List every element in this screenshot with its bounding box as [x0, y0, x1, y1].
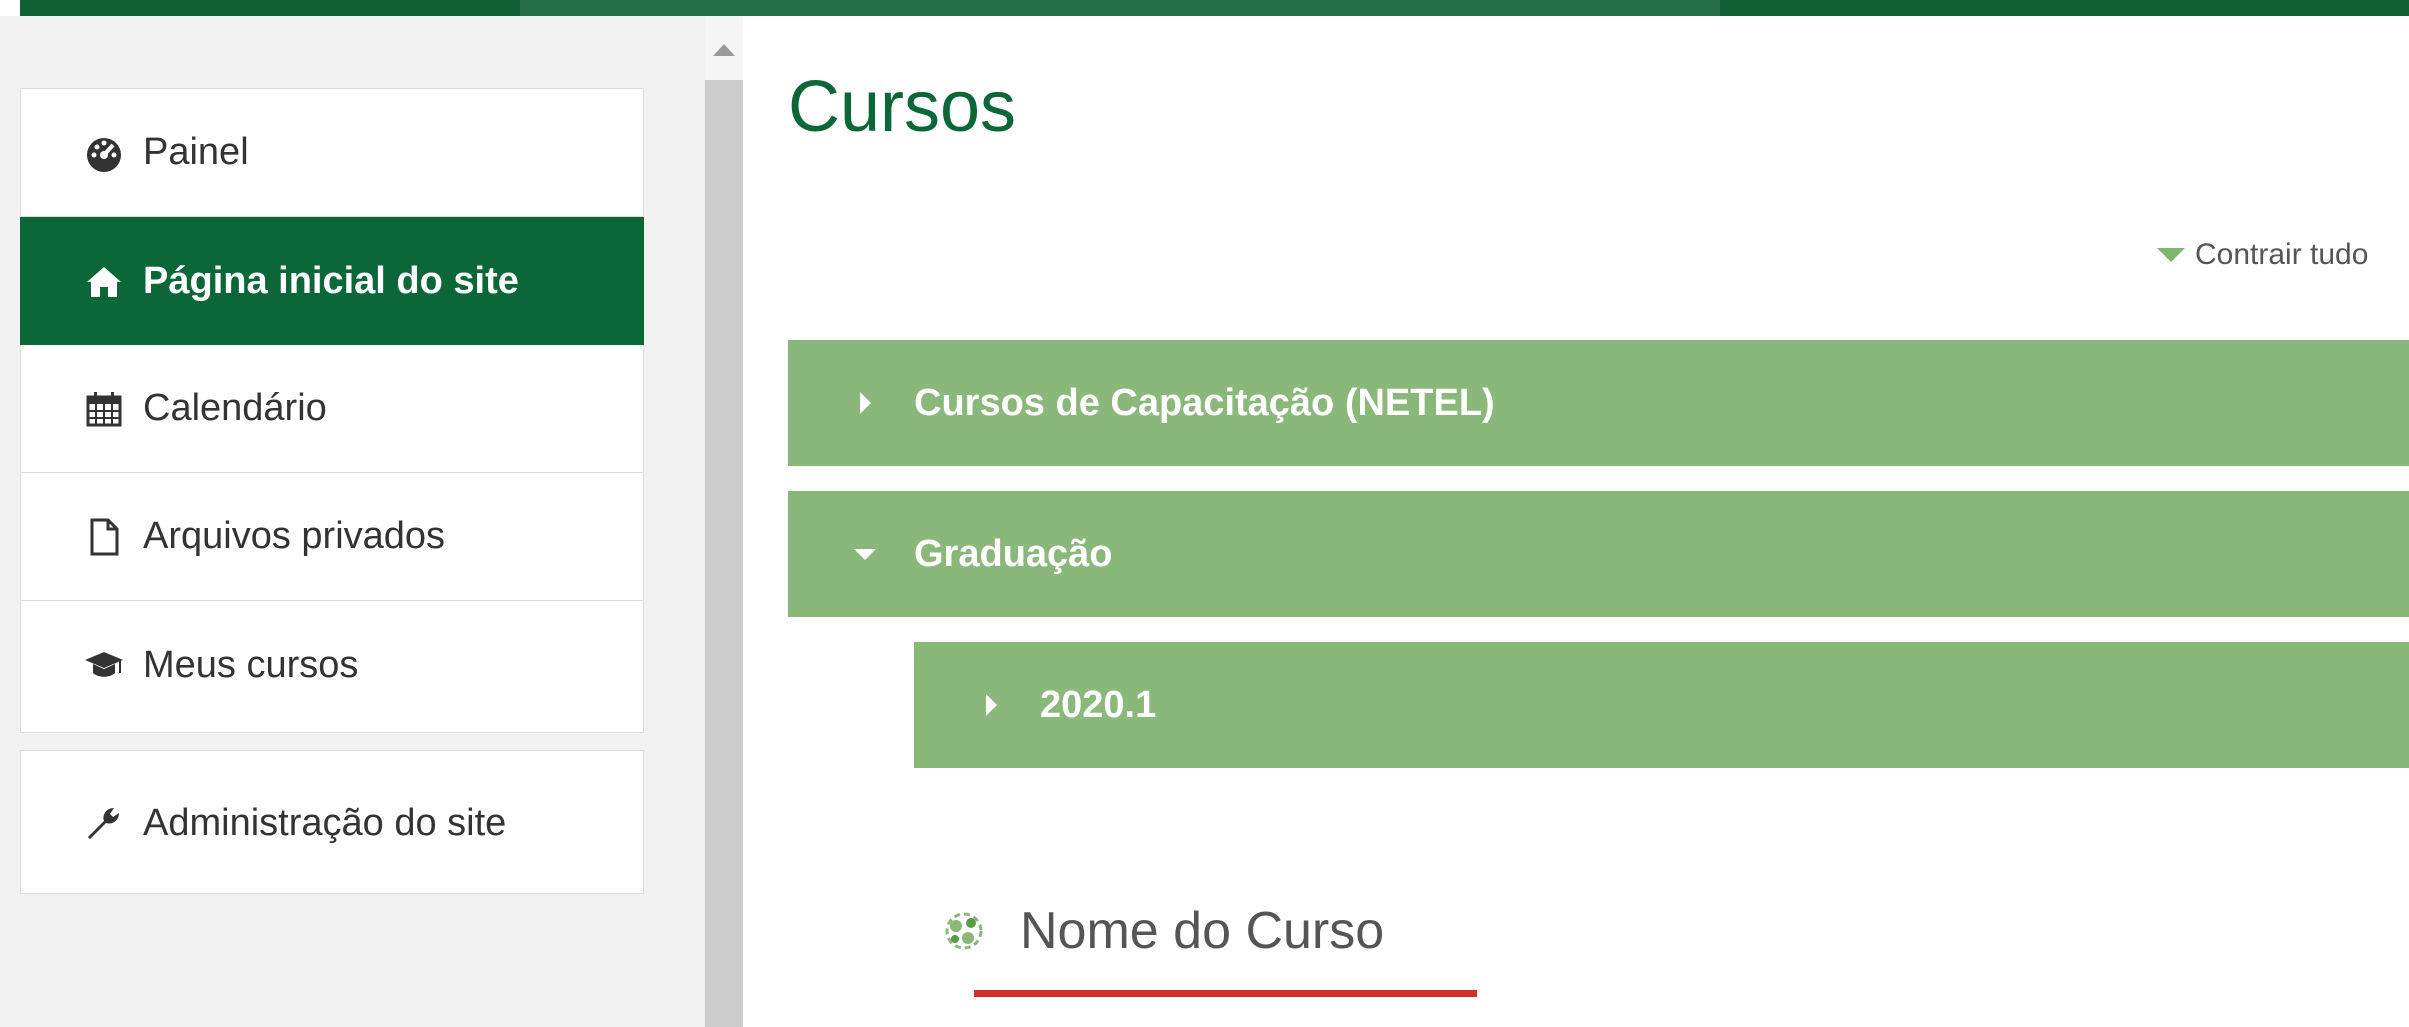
sidebar-item-painel[interactable]: Painel [20, 89, 644, 217]
dashboard-icon [81, 130, 127, 176]
course-underline [974, 990, 1477, 997]
caret-right-icon [978, 694, 1004, 716]
category-2020-1[interactable]: 2020.1 [914, 642, 2409, 768]
home-icon [81, 258, 127, 304]
sidebar-item-label: Arquivos privados [143, 515, 446, 557]
category-label: Cursos de Capacitação (NETEL) [914, 381, 1495, 424]
course-link[interactable]: Nome do Curso [942, 901, 1384, 961]
sidebar-item-label: Administração do site [143, 801, 507, 844]
sidebar-item-label: Meus cursos [143, 643, 359, 686]
caret-right-icon [852, 392, 878, 414]
sidebar-item-label: Calendário [143, 387, 327, 429]
sidebar-item-meus-cursos[interactable]: Meus cursos [20, 601, 644, 729]
scrollbar-thumb[interactable] [705, 80, 743, 1027]
category-cursos-capacitacao[interactable]: Cursos de Capacitação (NETEL) [788, 340, 2409, 466]
category-graduacao[interactable]: Graduação [788, 491, 2409, 617]
page-title: Cursos [788, 67, 1017, 147]
scroll-up-arrow-icon[interactable] [713, 44, 735, 56]
sidebar: Painel Página inicial do site Calendário… [20, 16, 705, 1027]
nav-block-main: Painel Página inicial do site Calendário… [20, 88, 644, 733]
wrench-icon [81, 800, 127, 846]
calendar-icon [81, 386, 127, 432]
sidebar-item-calendario[interactable]: Calendário [20, 345, 644, 473]
triangle-down-icon [2157, 248, 2185, 262]
course-icon [945, 912, 983, 950]
category-label: 2020.1 [1040, 683, 1157, 726]
top-bar [0, 0, 2409, 16]
sidebar-item-pagina-inicial[interactable]: Página inicial do site [20, 217, 644, 345]
collapse-all-label: Contrair tudo [2195, 238, 2369, 271]
sidebar-item-label: Painel [143, 131, 249, 173]
sidebar-item-label: Página inicial do site [143, 259, 519, 302]
course-name: Nome do Curso [1020, 902, 1385, 960]
file-icon [81, 514, 127, 560]
caret-down-icon [852, 548, 878, 560]
nav-block-admin: Administração do site [20, 750, 644, 894]
category-label: Graduação [914, 532, 1113, 575]
sidebar-item-administracao[interactable]: Administração do site [20, 759, 644, 887]
sidebar-item-arquivos[interactable]: Arquivos privados [20, 473, 644, 601]
graduation-cap-icon [81, 642, 127, 688]
sidebar-scrollbar[interactable] [705, 16, 743, 1027]
main-content: Cursos Contrair tudo Cursos de Capacitaç… [743, 16, 2409, 1027]
collapse-all-link[interactable]: Contrair tudo [2157, 238, 2368, 272]
